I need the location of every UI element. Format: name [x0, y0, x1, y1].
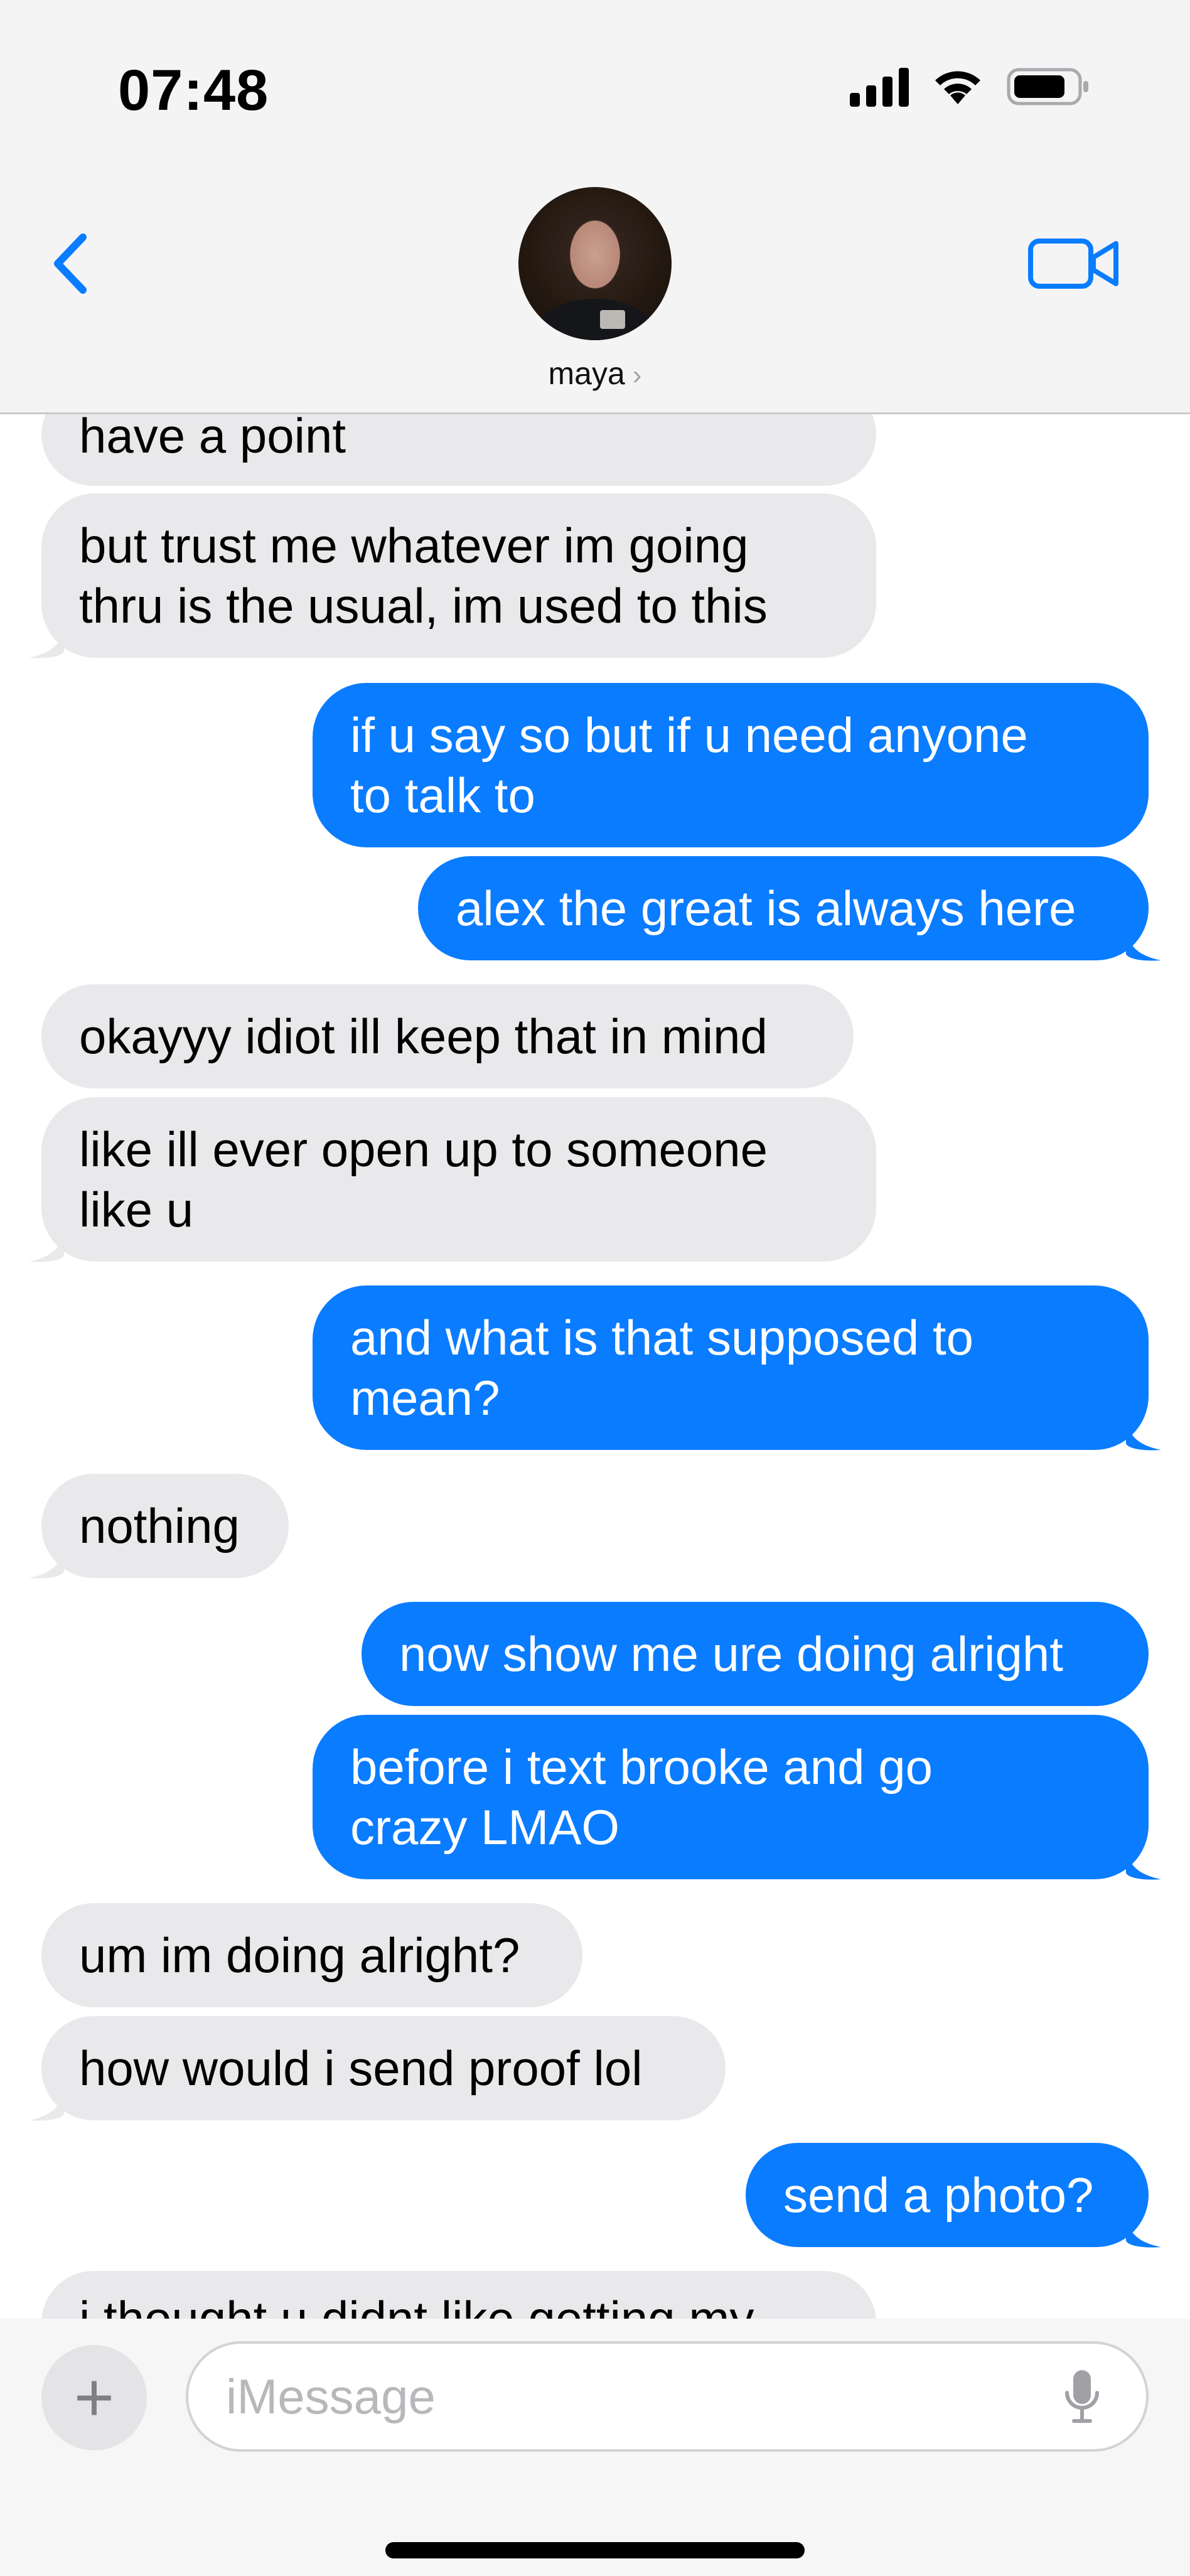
message-input[interactable]: iMessage [186, 2341, 1149, 2452]
bubble-tail [29, 1540, 64, 1579]
home-indicator[interactable] [385, 2542, 805, 2558]
message-bubble-outgoing[interactable]: send a photo? [746, 2143, 1161, 2248]
message-bubble-incoming[interactable]: nothing [29, 1474, 289, 1579]
message-bubble-incoming[interactable]: um im doing alright? [41, 1903, 582, 2007]
add-attachment-button[interactable]: + [41, 2345, 147, 2450]
bubble-tail [1126, 1842, 1161, 1880]
message-text: and what is that supposed to mean? [350, 1310, 974, 1425]
bubble-tail [29, 2083, 64, 2121]
contact-name-button[interactable]: maya › [0, 355, 1190, 392]
message-text: send a photo? [783, 2167, 1094, 2223]
status-time: 07:48 [118, 58, 269, 122]
message-bubble-outgoing[interactable]: and what is that supposed to mean? [313, 1285, 1161, 1451]
wifi-icon [935, 71, 980, 104]
battery-icon [1007, 68, 1088, 105]
message-bubble-outgoing[interactable]: if u say so but if u need anyone to talk… [313, 683, 1149, 847]
avatar-shirt [532, 299, 658, 340]
microphone-icon[interactable] [1062, 2368, 1102, 2428]
message-bubble-incoming[interactable]: how would i send proof lol [29, 2016, 726, 2121]
bubble-tail [1126, 1412, 1161, 1451]
video-camera-icon[interactable] [1027, 232, 1121, 295]
message-text: before i text brooke and go crazy LMAO [350, 1739, 933, 1855]
message-bubble-outgoing[interactable]: now show me ure doing alright [362, 1602, 1149, 1706]
message-text: like ill ever open up to someone like u [79, 1122, 768, 1237]
cellular-signal-icon [850, 67, 909, 107]
compose-bar: + iMessage [0, 2319, 1190, 2576]
message-text: nothing [79, 1498, 240, 1554]
bubble-tail [1126, 2209, 1161, 2248]
chevron-right-icon: › [632, 360, 642, 390]
message-text: alex the great is always here [456, 881, 1076, 936]
bubble-tail [29, 1224, 64, 1262]
avatar-shirt-print [600, 310, 625, 329]
message-bubble-outgoing[interactable]: alex the great is always here [418, 856, 1161, 961]
bubble-tail [29, 620, 64, 658]
contact-name: maya [548, 356, 625, 391]
bubble-tail [1126, 923, 1161, 961]
message-bubble-outgoing[interactable]: before i text brooke and go crazy LMAO [313, 1715, 1161, 1880]
back-chevron-icon[interactable] [44, 226, 100, 301]
message-bubble-incoming[interactable]: but trust me whatever im going thru is t… [29, 493, 876, 658]
contact-avatar[interactable] [518, 187, 672, 340]
status-icons [850, 65, 1090, 108]
conversation-header: 07:48 maya › [0, 0, 1190, 414]
message-text: how would i send proof lol [79, 2041, 643, 2096]
message-bubble-incoming[interactable]: okayyy idiot ill keep that in mind [41, 984, 854, 1088]
message-text: but trust me whatever im going thru is t… [79, 518, 768, 633]
message-bubble-incoming[interactable]: like ill ever open up to someone like u [29, 1097, 876, 1262]
message-input-placeholder: iMessage [226, 2369, 436, 2424]
